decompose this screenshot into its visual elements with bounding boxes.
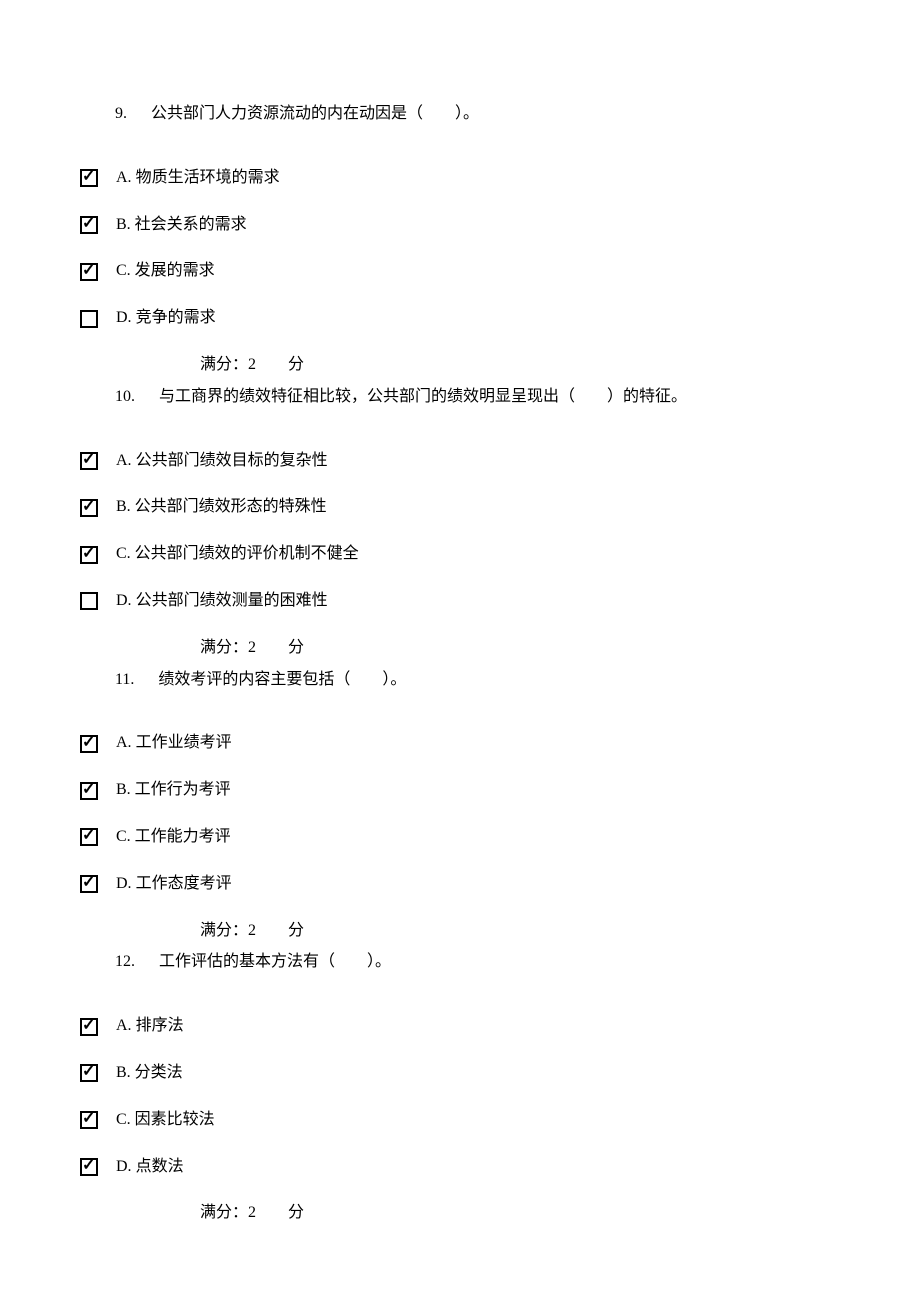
option-row: C. 发展的需求: [80, 257, 840, 286]
question-block: 11. 绩效考评的内容主要包括（ ）。 A. 工作业绩考评 B. 工作行为考评 …: [80, 666, 840, 946]
checkbox-icon[interactable]: [80, 735, 98, 753]
option-row: D. 点数法: [80, 1153, 840, 1182]
question-header: 10. 与工商界的绩效特征相比较，公共部门的绩效明显呈现出（ ）的特征。: [115, 383, 840, 412]
option-letter: D.: [116, 870, 132, 899]
option-letter: A.: [116, 729, 132, 758]
option-text: 发展的需求: [135, 257, 215, 286]
option-text: 分类法: [135, 1059, 183, 1088]
option-letter: B.: [116, 211, 131, 240]
checkbox-icon[interactable]: [80, 169, 98, 187]
checkbox-icon[interactable]: [80, 263, 98, 281]
option-text: 工作业绩考评: [136, 729, 232, 758]
option-row: D. 竞争的需求: [80, 304, 840, 333]
option-text: 工作行为考评: [135, 776, 231, 805]
checkbox-icon[interactable]: [80, 310, 98, 328]
option-letter: C.: [116, 540, 131, 569]
option-letter: A.: [116, 1012, 132, 1041]
question-block: 9. 公共部门人力资源流动的内在动因是（ ）。 A. 物质生活环境的需求 B. …: [80, 100, 840, 380]
score-text: 满分：2 分: [200, 917, 840, 946]
option-letter: D.: [116, 304, 132, 333]
option-text: 排序法: [136, 1012, 184, 1041]
option-row: C. 公共部门绩效的评价机制不健全: [80, 540, 840, 569]
checkbox-icon[interactable]: [80, 499, 98, 517]
checkbox-icon[interactable]: [80, 592, 98, 610]
checkbox-icon[interactable]: [80, 1064, 98, 1082]
option-text: 竞争的需求: [136, 304, 216, 333]
question-header: 12. 工作评估的基本方法有（ ）。: [115, 948, 840, 977]
option-row: A. 工作业绩考评: [80, 729, 840, 758]
option-text: 点数法: [136, 1153, 184, 1182]
option-letter: C.: [116, 1106, 131, 1135]
checkbox-icon[interactable]: [80, 1158, 98, 1176]
option-letter: D.: [116, 587, 132, 616]
score-text: 满分：2 分: [200, 1199, 840, 1228]
question-number: 12.: [115, 948, 135, 977]
question-number: 10.: [115, 383, 135, 412]
option-letter: B.: [116, 776, 131, 805]
option-text: 工作态度考评: [136, 870, 232, 899]
option-row: A. 物质生活环境的需求: [80, 164, 840, 193]
option-text: 因素比较法: [135, 1106, 215, 1135]
option-text: 社会关系的需求: [135, 211, 247, 240]
score-text: 满分：2 分: [200, 351, 840, 380]
option-row: B. 工作行为考评: [80, 776, 840, 805]
question-block: 10. 与工商界的绩效特征相比较，公共部门的绩效明显呈现出（ ）的特征。 A. …: [80, 383, 840, 663]
option-letter: A.: [116, 164, 132, 193]
question-text: 与工商界的绩效特征相比较，公共部门的绩效明显呈现出（ ）的特征。: [159, 388, 687, 405]
score-text: 满分：2 分: [200, 634, 840, 663]
question-header: 11. 绩效考评的内容主要包括（ ）。: [115, 666, 840, 695]
option-letter: D.: [116, 1153, 132, 1182]
option-row: C. 工作能力考评: [80, 823, 840, 852]
question-header: 9. 公共部门人力资源流动的内在动因是（ ）。: [80, 100, 840, 129]
checkbox-icon[interactable]: [80, 216, 98, 234]
option-text: 公共部门绩效的评价机制不健全: [135, 540, 359, 569]
option-row: A. 排序法: [80, 1012, 840, 1041]
question-block: 12. 工作评估的基本方法有（ ）。 A. 排序法 B. 分类法 C. 因素比较…: [80, 948, 840, 1228]
question-number: 9.: [115, 100, 127, 129]
option-row: B. 社会关系的需求: [80, 211, 840, 240]
question-text: 工作评估的基本方法有（ ）。: [159, 953, 391, 970]
checkbox-icon[interactable]: [80, 782, 98, 800]
option-letter: C.: [116, 823, 131, 852]
checkbox-icon[interactable]: [80, 452, 98, 470]
option-text: 公共部门绩效目标的复杂性: [136, 447, 328, 476]
option-row: D. 公共部门绩效测量的困难性: [80, 587, 840, 616]
option-text: 物质生活环境的需求: [136, 164, 280, 193]
option-letter: B.: [116, 493, 131, 522]
checkbox-icon[interactable]: [80, 1111, 98, 1129]
checkbox-icon[interactable]: [80, 828, 98, 846]
option-text: 公共部门绩效形态的特殊性: [135, 493, 327, 522]
option-row: A. 公共部门绩效目标的复杂性: [80, 447, 840, 476]
checkbox-icon[interactable]: [80, 875, 98, 893]
question-text: 公共部门人力资源流动的内在动因是（ ）。: [151, 105, 479, 122]
option-row: C. 因素比较法: [80, 1106, 840, 1135]
option-letter: A.: [116, 447, 132, 476]
option-text: 工作能力考评: [135, 823, 231, 852]
option-row: B. 分类法: [80, 1059, 840, 1088]
option-letter: B.: [116, 1059, 131, 1088]
question-text: 绩效考评的内容主要包括（ ）。: [158, 671, 406, 688]
option-row: B. 公共部门绩效形态的特殊性: [80, 493, 840, 522]
checkbox-icon[interactable]: [80, 546, 98, 564]
option-row: D. 工作态度考评: [80, 870, 840, 899]
question-number: 11.: [115, 666, 134, 695]
option-text: 公共部门绩效测量的困难性: [136, 587, 328, 616]
checkbox-icon[interactable]: [80, 1018, 98, 1036]
option-letter: C.: [116, 257, 131, 286]
